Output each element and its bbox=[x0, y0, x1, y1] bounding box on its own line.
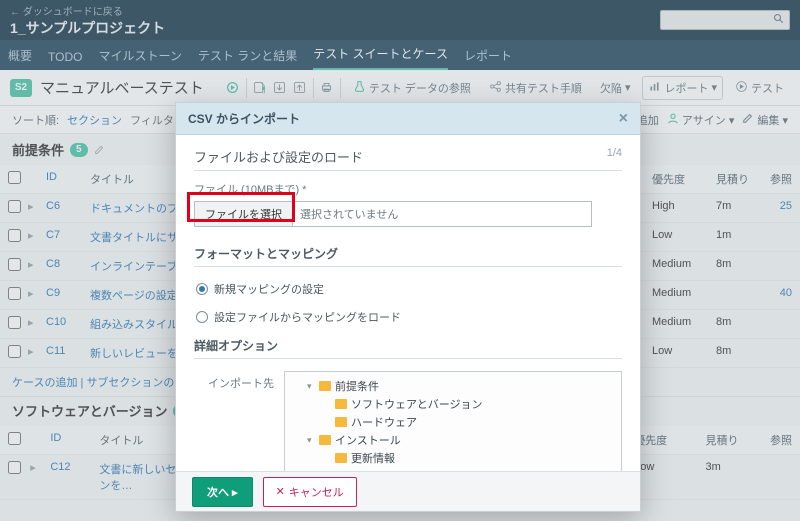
file-status: 選択されていません bbox=[292, 201, 592, 227]
modal-footer: 次へ ▸ ✕ キャンセル bbox=[176, 471, 640, 511]
dest-label: インポート先 bbox=[194, 371, 274, 467]
twisty-icon[interactable]: ▾ bbox=[307, 381, 315, 392]
next-button[interactable]: 次へ ▸ bbox=[192, 477, 253, 507]
folder-icon bbox=[335, 417, 347, 427]
radio-icon bbox=[196, 311, 208, 323]
radio-new-mapping[interactable]: 新規マッピングの設定 bbox=[196, 281, 620, 297]
radio-icon bbox=[196, 283, 208, 295]
import-destination-tree[interactable]: ▾前提条件ソフトウェアとバージョンハードウェア▾インストール更新情報▾チュートリ… bbox=[284, 371, 622, 471]
modal-title: CSV からインポート bbox=[188, 110, 300, 127]
tree-node[interactable]: ハードウェア bbox=[323, 414, 615, 430]
file-label: ファイル (10MBまで) * bbox=[194, 181, 622, 197]
choose-file-label: ファイルを選択 bbox=[205, 209, 282, 221]
step-title: ファイルおよび設定のロード bbox=[194, 147, 363, 166]
folder-icon bbox=[319, 435, 331, 445]
tree-label: 更新情報 bbox=[351, 450, 395, 466]
modal-header: CSV からインポート × bbox=[176, 103, 640, 135]
csv-import-modal: CSV からインポート × ファイルおよび設定のロード 1/4 ファイル (10… bbox=[175, 102, 641, 512]
tree-label: インストール bbox=[335, 432, 401, 448]
tree-label: ソフトウェアとバージョン bbox=[351, 396, 483, 412]
twisty-icon[interactable]: ▾ bbox=[307, 435, 315, 446]
tree-label: ハードウェア bbox=[351, 414, 417, 430]
advanced-heading: 詳細オプション bbox=[194, 337, 622, 359]
cancel-button[interactable]: ✕ キャンセル bbox=[263, 477, 357, 507]
radio-new-label: 新規マッピングの設定 bbox=[214, 281, 324, 297]
tree-node[interactable]: ▾ 前提条件 bbox=[307, 378, 615, 394]
tree-node[interactable]: ▾ インストール bbox=[307, 432, 615, 448]
radio-load-mapping[interactable]: 設定ファイルからマッピングをロード bbox=[196, 309, 620, 325]
folder-icon bbox=[335, 399, 347, 409]
close-icon[interactable]: × bbox=[619, 111, 628, 127]
folder-icon bbox=[335, 453, 347, 463]
tree-node[interactable]: ソフトウェアとバージョン bbox=[323, 396, 615, 412]
tree-label: 前提条件 bbox=[335, 378, 379, 394]
cancel-label: キャンセル bbox=[289, 484, 344, 500]
format-heading: フォーマットとマッピング bbox=[194, 245, 622, 267]
tree-node[interactable]: 更新情報 bbox=[323, 450, 615, 466]
radio-load-label: 設定ファイルからマッピングをロード bbox=[214, 309, 401, 325]
folder-icon bbox=[319, 381, 331, 391]
choose-file-button[interactable]: ファイルを選択 bbox=[194, 201, 293, 227]
step-count: 1/4 bbox=[607, 147, 622, 166]
close-icon: ✕ bbox=[276, 485, 285, 498]
